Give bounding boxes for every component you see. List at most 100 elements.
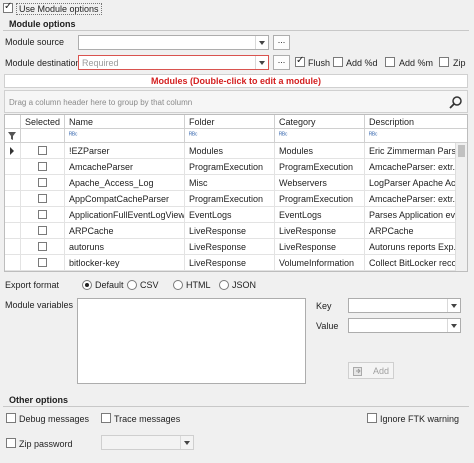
modules-grid[interactable]: Selected Name Folder Category Descriptio…	[4, 114, 468, 272]
chevron-down-icon[interactable]	[255, 36, 268, 49]
filter-cell-category[interactable]: ᴿᴮᶜ	[275, 129, 365, 143]
cell-category: LiveResponse	[275, 223, 365, 239]
column-header-category[interactable]: Category	[275, 115, 365, 129]
module-destination-label: Module destination	[5, 58, 81, 68]
cell-folder: LiveResponse	[185, 223, 275, 239]
filter-icon	[5, 129, 21, 143]
row-selected-checkbox[interactable]	[38, 178, 47, 187]
ignore-ftk-warning-checkbox[interactable]	[367, 413, 377, 423]
add-icon	[353, 367, 362, 376]
filter-row[interactable]: ᴿᴮᶜ ᴿᴮᶜ ᴿᴮᶜ ᴿᴮᶜ	[5, 129, 467, 143]
search-icon[interactable]	[449, 95, 463, 109]
trace-messages-checkbox[interactable]	[101, 413, 111, 423]
cell-category: ProgramExecution	[275, 191, 365, 207]
cell-name: AppCompatCacheParser	[65, 191, 185, 207]
export-csv-label: CSV	[140, 280, 159, 290]
chevron-down-icon[interactable]	[180, 436, 193, 449]
table-row[interactable]: ARPCache LiveResponse LiveResponse ARPCache	[5, 223, 467, 239]
zip-password-dropdown[interactable]	[101, 435, 194, 450]
zip-label: Zip	[453, 58, 466, 68]
debug-messages-checkbox[interactable]	[6, 413, 16, 423]
flush-checkbox[interactable]	[295, 55, 305, 67]
zip-password-label: Zip password	[19, 439, 73, 449]
group-by-panel[interactable]: Drag a column header here to group by th…	[4, 90, 468, 113]
module-source-browse-button[interactable]: ...	[273, 35, 290, 50]
table-row[interactable]: Apache_Access_Log Misc Webservers LogParser…	[5, 175, 467, 191]
row-selected-checkbox[interactable]	[38, 242, 47, 251]
row-selected-checkbox[interactable]	[38, 194, 47, 203]
cell-description: Parses Application ev...	[369, 210, 462, 220]
module-destination-dropdown[interactable]: Required	[78, 55, 269, 70]
export-default-label: Default	[95, 280, 124, 290]
chevron-down-icon[interactable]	[447, 319, 460, 332]
row-indicator	[5, 239, 21, 255]
module-source-dropdown[interactable]	[78, 35, 269, 50]
grid-header-row: Selected Name Folder Category Descriptio…	[5, 115, 467, 129]
table-row[interactable]: bitlocker-key LiveResponse VolumeInformati…	[5, 255, 467, 271]
cell-category: ProgramExecution	[275, 159, 365, 175]
filter-cell-name[interactable]: ᴿᴮᶜ	[65, 129, 185, 143]
cell-name: autoruns	[65, 239, 185, 255]
row-indicator	[5, 191, 21, 207]
module-variables-label: Module variables	[5, 300, 74, 310]
add-variable-button[interactable]: Add	[348, 362, 394, 379]
chevron-down-icon[interactable]	[447, 299, 460, 312]
row-selected-checkbox[interactable]	[38, 210, 47, 219]
use-module-options-label[interactable]: Use Module options	[16, 3, 102, 15]
cell-name: bitlocker-key	[65, 255, 185, 271]
scrollbar-thumb[interactable]	[458, 145, 465, 157]
module-destination-placeholder: Required	[82, 58, 119, 68]
add-m-checkbox[interactable]	[385, 57, 395, 67]
zip-password-checkbox[interactable]	[6, 438, 16, 448]
cell-description: LogParser Apache Acc...	[369, 178, 468, 188]
table-row[interactable]: AmcacheParser ProgramExecution ProgramExec…	[5, 159, 467, 175]
table-row[interactable]: ApplicationFullEventLogView EventLogs Even…	[5, 207, 467, 223]
cell-folder: Misc	[185, 175, 275, 191]
export-default-radio[interactable]	[82, 280, 92, 290]
use-module-options-checkbox[interactable]	[3, 1, 13, 13]
add-variable-label: Add	[373, 366, 390, 376]
value-dropdown[interactable]	[348, 318, 461, 333]
row-selected-checkbox[interactable]	[38, 226, 47, 235]
zip-checkbox[interactable]	[439, 57, 449, 67]
column-header-name[interactable]: Name	[65, 115, 185, 129]
export-json-radio[interactable]	[219, 280, 229, 290]
cell-description: Eric Zimmerman Parsers	[369, 146, 468, 156]
export-json-label: JSON	[232, 280, 257, 290]
cell-folder: Modules	[185, 143, 275, 159]
table-row[interactable]: autoruns LiveResponse LiveResponse Autoruns…	[5, 239, 467, 255]
row-selected-checkbox[interactable]	[38, 146, 47, 155]
export-html-label: HTML	[186, 280, 211, 290]
column-header-selected[interactable]: Selected	[21, 115, 65, 129]
add-d-checkbox[interactable]	[333, 57, 343, 67]
row-selected-checkbox[interactable]	[38, 258, 47, 267]
module-variables-list[interactable]	[77, 298, 306, 384]
module-destination-browse-button[interactable]: ...	[273, 55, 290, 70]
cell-folder: LiveResponse	[185, 255, 275, 271]
export-csv-radio[interactable]	[127, 280, 137, 290]
cell-category: EventLogs	[275, 207, 365, 223]
filter-cell-folder[interactable]: ᴿᴮᶜ	[185, 129, 275, 143]
row-selected-checkbox[interactable]	[38, 162, 47, 171]
row-indicator	[5, 223, 21, 239]
key-label: Key	[316, 301, 332, 311]
column-header-folder[interactable]: Folder	[185, 115, 275, 129]
cell-name: ARPCache	[65, 223, 185, 239]
key-dropdown[interactable]	[348, 298, 461, 313]
table-row[interactable]: !EZParser Modules Modules Eric Zimmerman Pa…	[5, 143, 467, 159]
table-row[interactable]: AppCompatCacheParser ProgramExecution Prog…	[5, 191, 467, 207]
filter-cell-selected[interactable]	[21, 129, 65, 143]
column-header-description[interactable]: Description	[365, 115, 467, 129]
add-m-label: Add %m	[399, 58, 434, 68]
modules-banner: Modules (Double-click to edit a module)	[4, 74, 468, 88]
row-indicator	[5, 175, 21, 191]
row-indicator	[5, 143, 21, 159]
cell-folder: ProgramExecution	[185, 159, 275, 175]
module-options-title: Module options	[9, 19, 76, 29]
filter-cell-description[interactable]: ᴿᴮᶜ	[365, 129, 467, 143]
export-html-radio[interactable]	[173, 280, 183, 290]
chevron-down-icon[interactable]	[255, 56, 268, 69]
group-by-hint: Drag a column header here to group by th…	[9, 98, 193, 107]
grid-scrollbar[interactable]	[455, 143, 467, 271]
cell-category: LiveResponse	[275, 239, 365, 255]
